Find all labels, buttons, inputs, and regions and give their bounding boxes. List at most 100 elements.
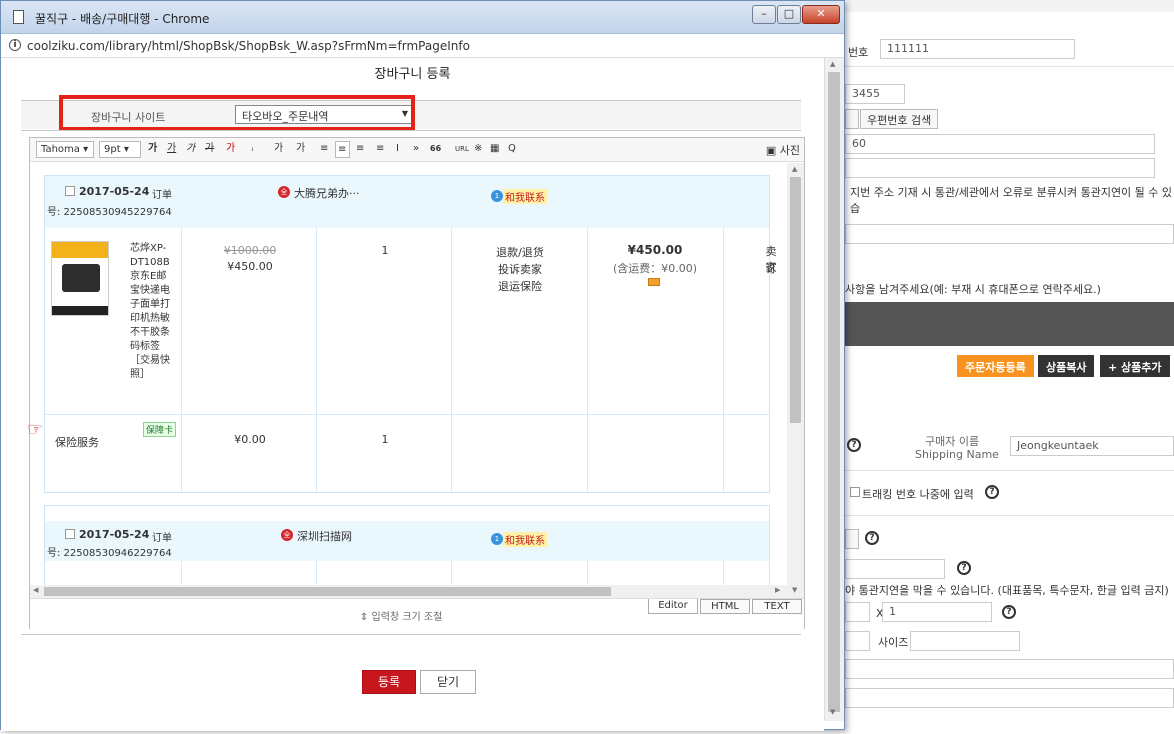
size-field[interactable] [910,631,1020,651]
item-name-field[interactable] [845,559,945,579]
divider [845,470,1174,471]
service-price: ¥0.00 [234,433,266,446]
order-card: 2017-05-24 订单 号: 22508530946229764 全 深圳扫… [44,505,770,586]
close-button[interactable]: 닫기 [420,670,476,694]
order-checkbox[interactable] [65,186,75,196]
info-icon[interactable]: i [9,39,21,51]
close-window-button[interactable]: ✕ [802,5,840,24]
divider [181,228,182,492]
highlight-button[interactable]: ꜟ [251,141,254,158]
help-icon[interactable]: ? [957,561,971,575]
product-title[interactable]: 芯烨XP-DT108B京东E邮宝快递电子面单打印机热敏不干胶条码标签［交易快照］ [130,242,170,382]
minimize-button[interactable]: – [752,5,776,24]
editor-horizontal-scrollbar[interactable]: ◀ ▶ [30,585,787,598]
table-icon[interactable]: ▦ [490,141,499,158]
memo-field[interactable] [845,224,1174,244]
add-product-button[interactable]: + 상품추가 [1100,355,1170,377]
quote-button[interactable]: 66 [430,141,441,158]
url-link-button[interactable]: URL [455,141,469,158]
order-date: 2017-05-24 [79,528,150,541]
help-icon[interactable]: ? [985,485,999,499]
font-color-button[interactable]: 가 [226,141,235,158]
divider [316,561,317,586]
auto-register-button[interactable]: 주문자동등록 [957,355,1034,377]
order-checkbox[interactable] [65,529,75,539]
align-center-button[interactable]: ≡ [335,141,350,158]
chat-icon: 1 [491,190,503,202]
window-title: 꿀직구 - 배송/구매대행 - Chrome [35,12,210,26]
scroll-up-icon[interactable]: ▲ [792,165,797,173]
indent-button[interactable]: I [396,141,399,158]
tab-text[interactable]: TEXT [752,599,802,614]
category-dropdown[interactable] [845,529,859,549]
strikethrough-button[interactable]: 가 [205,141,214,158]
editor-footer: ⇕ 입력창 크기 조절 Editor HTML TEXT [30,598,804,629]
url-text[interactable]: coolziku.com/library/html/ShopBsk/ShopBs… [27,39,470,53]
shop-name[interactable]: 深圳扫描网 [297,528,352,544]
image-url-field[interactable] [845,688,1174,708]
copy-product-button[interactable]: 상품복사 [1038,355,1095,377]
product-image[interactable] [51,241,109,316]
guarantee-badge[interactable]: 保障卡 [143,422,177,437]
return-insurance-link[interactable]: 退运保险 [485,278,555,294]
color-field[interactable] [845,631,870,651]
special-char-button[interactable]: ※ [474,141,482,158]
align-right-button[interactable]: ≡ [356,141,364,158]
more-button[interactable]: » [413,141,419,158]
address-bar[interactable]: i coolziku.com/library/html/ShopBsk/Shop… [1,34,844,58]
align-justify-button[interactable]: ≡ [376,141,384,158]
scroll-thumb[interactable] [828,72,840,712]
help-icon[interactable]: ? [847,438,861,452]
refund-link[interactable]: 退款/退货 [485,244,555,260]
subscript-button[interactable]: 가 [296,141,305,158]
help-icon[interactable]: ? [865,531,879,545]
resize-handle[interactable]: ⇕ 입력창 크기 조절 [360,608,442,623]
help-icon[interactable]: ? [1002,605,1016,619]
address-detail-field[interactable] [845,158,1155,178]
editor-content[interactable]: 2017-05-24 订单 号: 22508530945229764 全 大腾兄… [30,163,804,586]
editor-vertical-scrollbar[interactable]: ▲ ▼ [787,163,804,598]
contact-seller-link[interactable]: 和我联系 [503,532,547,547]
qty-field[interactable]: 1 [882,602,992,622]
scroll-down-icon[interactable]: ▼ [830,708,835,716]
shop-name[interactable]: 大腾兄弟办··· [294,185,360,201]
complain-link[interactable]: 投诉卖家 [485,261,555,277]
tab-html[interactable]: HTML [700,599,750,614]
order-number: 号: 22508530945229764 [47,207,172,218]
page-vertical-scrollbar[interactable]: ▲ ▼ [824,58,844,721]
price-field[interactable] [845,602,870,622]
zip-small-button[interactable] [845,109,859,129]
search-icon[interactable]: Q [508,141,516,158]
underline-button[interactable]: 가 [167,141,176,158]
url-field[interactable] [845,659,1174,679]
superscript-button[interactable]: 가 [274,141,283,158]
zip-field[interactable]: 3455 [845,84,905,104]
bold-button[interactable]: 가 [148,141,157,158]
tracking-later-checkbox[interactable] [850,487,860,497]
zip-search-button[interactable]: 우편번호 검색 [860,109,939,129]
order-no-field[interactable]: 111111 [880,39,1075,59]
scroll-left-icon[interactable]: ◀ [33,586,38,594]
popup-window: 꿀직구 - 배송/구매대행 - Chrome – □ ✕ i coolziku.… [0,0,845,731]
contact-seller-link[interactable]: 和我联系 [503,189,547,204]
font-family-value: Tahoma [41,144,80,155]
address-notice: 지번 주소 기재 시 통관/세관에서 오류로 분류시켜 통관지연이 될 수 있습 [850,186,1173,215]
buyer-name-field[interactable]: Jeongkeuntaek [1010,436,1174,456]
submit-button[interactable]: 등록 [362,670,416,694]
scroll-right-icon[interactable]: ▶ [775,586,780,594]
scroll-up-icon[interactable]: ▲ [830,60,835,68]
tab-editor[interactable]: Editor [648,599,698,614]
maximize-button[interactable]: □ [777,5,801,24]
order-date: 2017-05-24 [79,185,150,198]
scroll-thumb[interactable] [44,587,611,596]
popup-content: 장바구니 등록 장바구니 사이트 타오바오_주문내역 ▼ Tahoma ▾ 9p… [1,58,824,731]
font-size-select[interactable]: 9pt ▾ [99,141,141,158]
pointing-hand-icon: ☞ [27,419,44,440]
scroll-thumb[interactable] [790,177,801,423]
italic-button[interactable]: 가 [186,141,195,158]
align-left-button[interactable]: ≡ [320,141,328,158]
address-field[interactable]: 60 [845,134,1155,154]
photo-button[interactable]: ▣ 사진 [766,142,800,158]
scroll-down-icon[interactable]: ▼ [792,586,797,594]
font-family-select[interactable]: Tahoma ▾ [36,141,94,158]
